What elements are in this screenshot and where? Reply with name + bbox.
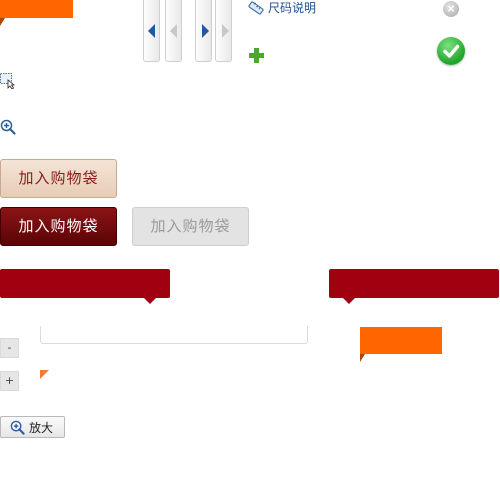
- add-to-bag-button-disabled: 加入购物袋: [132, 207, 249, 246]
- add-to-bag-button[interactable]: 加入购物袋: [0, 159, 117, 198]
- quantity-increase-button[interactable]: +: [0, 371, 19, 391]
- red-tooltip-bar: [0, 269, 170, 298]
- red-tooltip-bar: [329, 269, 499, 298]
- chevron-left-icon: [170, 24, 177, 38]
- zoom-in-icon: [10, 420, 25, 435]
- add-to-bag-button-active[interactable]: 加入购物袋: [0, 207, 117, 246]
- chevron-right-icon: [222, 24, 229, 38]
- chevron-right-icon: [202, 24, 209, 38]
- text-input[interactable]: [40, 326, 308, 344]
- select-cursor-icon[interactable]: [0, 73, 16, 90]
- check-icon: [437, 37, 465, 65]
- zoom-in-icon[interactable]: [0, 119, 16, 135]
- size-guide-link[interactable]: 尺码说明: [248, 0, 316, 16]
- orange-tag-fold: [360, 354, 365, 362]
- orange-tag-fold: [0, 18, 5, 26]
- orange-corner-marker: [40, 370, 49, 379]
- orange-tag: [0, 0, 73, 18]
- prev-button-disabled: [165, 0, 182, 62]
- next-button[interactable]: [195, 0, 212, 62]
- red-tooltip-pointer: [343, 298, 355, 304]
- zoom-button-label: 放大: [29, 420, 54, 435]
- add-plus-icon[interactable]: [249, 48, 264, 63]
- quantity-decrease-button[interactable]: -: [0, 338, 19, 358]
- red-tooltip-pointer: [144, 298, 156, 304]
- prev-button[interactable]: [143, 0, 160, 62]
- ruler-icon: [248, 1, 264, 15]
- size-guide-label: 尺码说明: [268, 1, 317, 15]
- next-button-disabled: [215, 0, 232, 62]
- zoom-button[interactable]: 放大: [0, 416, 65, 438]
- orange-tag: [360, 327, 442, 354]
- close-icon[interactable]: ×: [443, 1, 459, 17]
- chevron-left-icon: [148, 24, 155, 38]
